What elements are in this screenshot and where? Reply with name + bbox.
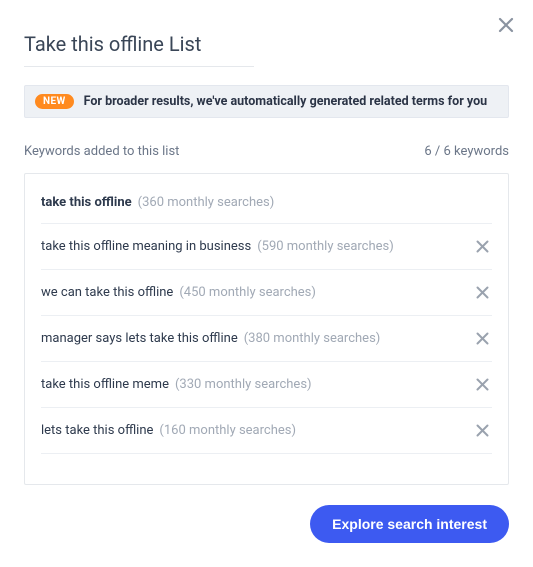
keyword-row-left: take this offline meme (330 monthly searc… <box>41 377 312 392</box>
keywords-added-label: Keywords added to this list <box>24 144 179 159</box>
keyword-meta: (160 monthly searches) <box>159 423 296 438</box>
keyword-meta: (380 monthly searches) <box>244 331 381 346</box>
keyword-list: take this offline(360 monthly searches)t… <box>24 173 509 485</box>
keyword-term: lets take this offline <box>41 423 153 438</box>
keyword-term: take this offline meaning in business <box>41 239 251 254</box>
remove-keyword-icon[interactable] <box>473 237 492 256</box>
notice-banner: NEW For broader results, we've automatic… <box>24 85 509 118</box>
modal-container: Take this offline List NEW For broader r… <box>0 0 533 567</box>
keyword-row: take this offline meaning in business (59… <box>41 224 492 270</box>
new-badge: NEW <box>35 94 74 109</box>
remove-keyword-icon[interactable] <box>473 329 492 348</box>
keyword-row-left: we can take this offline (450 monthly sea… <box>41 285 316 300</box>
notice-text: For broader results, we've automatically… <box>84 94 488 109</box>
close-icon[interactable] <box>497 16 515 34</box>
remove-keyword-icon[interactable] <box>473 283 492 302</box>
keyword-meta: (330 monthly searches) <box>175 377 312 392</box>
remove-keyword-icon[interactable] <box>473 375 492 394</box>
keyword-row: manager says lets take this offline (380 … <box>41 316 492 362</box>
keyword-meta: (450 monthly searches) <box>179 285 316 300</box>
keyword-row-left: take this offline meaning in business (59… <box>41 239 394 254</box>
list-header: Keywords added to this list 6 / 6 keywor… <box>24 144 509 159</box>
keyword-meta: (360 monthly searches) <box>138 195 275 210</box>
modal-title: Take this offline List <box>24 32 254 67</box>
keywords-count: 6 / 6 keywords <box>424 144 509 159</box>
keyword-term: take this offline meme <box>41 377 169 392</box>
keyword-row-left: lets take this offline (160 monthly searc… <box>41 423 296 438</box>
keyword-row: take this offline (360 monthly searches) <box>41 182 492 224</box>
keyword-term: we can take this offline <box>41 285 173 300</box>
keyword-row: lets take this offline (160 monthly searc… <box>41 408 492 454</box>
modal-footer: Explore search interest <box>24 505 509 543</box>
keyword-row-left: take this offline (360 monthly searches) <box>41 195 274 210</box>
explore-button[interactable]: Explore search interest <box>310 505 509 543</box>
keyword-term: manager says lets take this offline <box>41 331 238 346</box>
keyword-row: take this offline meme (330 monthly searc… <box>41 362 492 408</box>
keyword-row: we can take this offline (450 monthly sea… <box>41 270 492 316</box>
keyword-row-left: manager says lets take this offline (380 … <box>41 331 380 346</box>
keyword-term: take this offline <box>41 195 132 210</box>
remove-keyword-icon[interactable] <box>473 421 492 440</box>
keyword-meta: (590 monthly searches) <box>257 239 394 254</box>
